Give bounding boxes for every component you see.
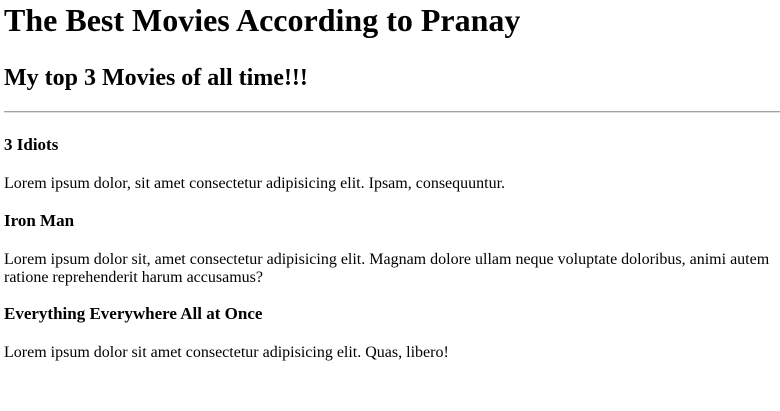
movie-title: Everything Everywhere All at Once	[4, 304, 263, 323]
horizontal-divider	[4, 111, 780, 113]
page-title: The Best Movies According to Pranay	[4, 2, 521, 38]
page-content: The Best Movies According to Pranay My t…	[0, 2, 780, 362]
movie-description: Lorem ipsum dolor sit, amet consectetur …	[4, 251, 770, 286]
movie-title: 3 Idiots	[4, 135, 59, 154]
movie-description: Lorem ipsum dolor sit amet consectetur a…	[4, 344, 449, 361]
page-subtitle: My top 3 Movies of all time!!!	[4, 65, 308, 91]
movie-title: Iron Man	[4, 211, 75, 230]
movie-description: Lorem ipsum dolor, sit amet consectetur …	[4, 175, 506, 192]
movie-list: 3 Idiots Lorem ipsum dolor, sit amet con…	[4, 135, 776, 362]
